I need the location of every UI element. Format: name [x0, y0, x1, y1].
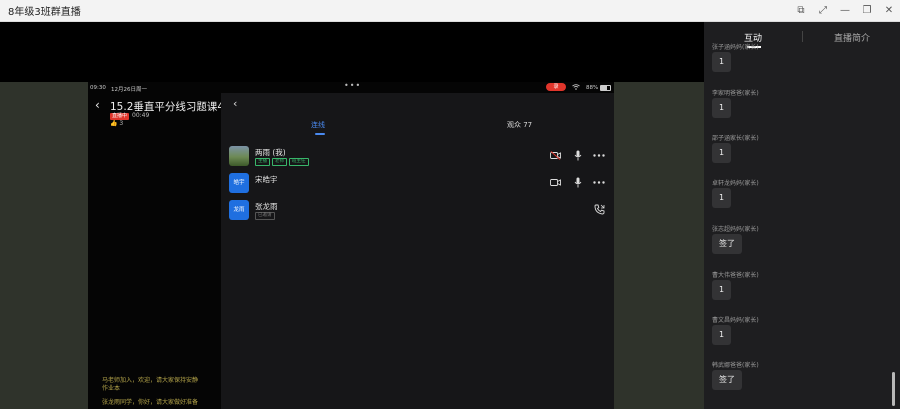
restore-icon[interactable]: ❐	[862, 0, 872, 22]
tab-divider	[802, 31, 803, 42]
member-name: 两雨 (我)	[255, 148, 286, 157]
message-bubble: 1	[712, 143, 732, 163]
message-bubble: 1	[712, 188, 732, 208]
member-tag: 班主任	[289, 158, 309, 166]
message-bubble: 1	[712, 98, 732, 118]
live-badge: 直播中	[110, 113, 130, 120]
title-bar: 8年级3班群直播 ⧉ ⤢ — ❐ ✕	[0, 0, 900, 22]
minimize-icon[interactable]: —	[840, 0, 850, 22]
microphone-icon[interactable]	[571, 176, 585, 188]
member-tag: 主播	[255, 158, 270, 166]
member-row[interactable]: 龙雨 张龙雨 已邀请	[229, 200, 609, 224]
member-row[interactable]: 皓宇 宋皓宇	[229, 173, 609, 197]
member-name: 张龙雨	[255, 202, 278, 211]
recording-badge: 录	[546, 83, 566, 91]
live-chat-line: 张龙雨同学，你好，请大家做好准备	[102, 399, 199, 406]
camera-icon[interactable]	[549, 176, 563, 188]
back-chevron-icon[interactable]: ‹	[95, 98, 100, 112]
app-window: 8年级3班群直播 ⧉ ⤢ — ❐ ✕ 09:30 12月26日周一 ••• 录 …	[0, 0, 900, 409]
close-icon[interactable]: ✕	[884, 0, 894, 22]
message-sender: 邵子涵家长(家长)	[712, 135, 759, 142]
video-background-left	[0, 82, 88, 409]
member-tags: 已邀请	[255, 212, 275, 220]
tab-audience[interactable]: 观众 77	[507, 120, 532, 130]
live-chat-text-1: 马老师加入，欢迎，请大家保持安静	[102, 377, 199, 384]
live-duration: 00:49	[132, 112, 150, 119]
message-sender: 曹文昌妈妈(家长)	[712, 317, 759, 324]
message-sender: 张志超妈妈(家长)	[712, 226, 759, 233]
message-bubble: 1	[712, 52, 732, 72]
sidebar-scrollbar[interactable]	[892, 372, 895, 406]
message-sender: 李家明爸爸(家长)	[712, 90, 759, 97]
screen-mirror: 09:30 12月26日周一 ••• 录 88% ‹ 15.2垂直平分线习题课4…	[88, 81, 614, 409]
avatar: 皓宇	[229, 173, 249, 193]
message-bubble: 1	[712, 325, 732, 345]
member-tag: 已邀请	[255, 212, 275, 220]
tab-intro[interactable]: 直播简介	[834, 31, 870, 44]
live-chat-text-3: 作业本	[102, 385, 121, 392]
fullscreen-icon[interactable]: ⤢	[818, 0, 828, 22]
more-options-icon[interactable]	[592, 149, 606, 161]
avatar: 龙雨	[229, 200, 249, 220]
tab-active-indicator	[315, 133, 325, 135]
member-name: 宋皓宇	[255, 175, 278, 184]
like-count-value: 3	[119, 120, 124, 127]
message-sender: 张子涵妈妈(家长)	[712, 44, 759, 51]
camera-off-icon[interactable]	[549, 149, 563, 161]
wifi-icon	[572, 84, 580, 92]
avatar	[229, 146, 249, 166]
phone-call-icon[interactable]	[592, 203, 606, 215]
message-sender: 曹大伟爸爸(家长)	[712, 272, 759, 279]
panel-back-chevron-icon[interactable]: ‹	[233, 97, 237, 110]
live-video-area[interactable]: 09:30 12月26日周一 ••• 录 88% ‹ 15.2垂直平分线习题课4…	[0, 22, 704, 409]
message-bubble: 签了	[712, 234, 742, 254]
member-tag: 老师	[272, 158, 287, 166]
status-date: 12月26日周一	[111, 87, 147, 93]
live-chat-line: 马老师加入，欢迎，请大家保持安静 作业本	[102, 377, 220, 393]
message-sender: 卓轩龙妈妈(家长)	[712, 180, 759, 187]
like-count: 👍 3	[110, 120, 123, 127]
microphone-icon[interactable]	[571, 149, 585, 161]
member-row[interactable]: 两雨 (我) 主播 老师 班主任	[229, 146, 609, 170]
status-time: 09:30	[90, 85, 106, 91]
message-bubble: 1	[712, 280, 732, 300]
member-tags: 主播 老师 班主任	[255, 158, 309, 166]
battery-icon	[600, 85, 611, 91]
message-sender: 韩武娜爸爸(家长)	[712, 362, 759, 369]
window-controls: ⧉ ⤢ — ❐ ✕	[796, 0, 894, 22]
video-background-right	[614, 82, 704, 409]
pip-icon[interactable]: ⧉	[796, 0, 806, 22]
battery-percent: 88%	[586, 85, 599, 91]
message-bubble: 签了	[712, 370, 742, 390]
interaction-sidebar: 互动 直播简介 张子涵妈妈(家长) 1 李家明爸爸(家长) 1 邵子涵家长(家长…	[704, 22, 900, 409]
window-title: 8年级3班群直播	[8, 7, 81, 18]
live-title: 15.2垂直平分线习题课4	[110, 101, 225, 113]
connect-member-panel: ‹ 连线 观众 77 两雨 (我) 主播 老师 班主任 皓宇 宋皓宇 龙雨 张龙…	[221, 93, 614, 409]
more-options-icon[interactable]	[592, 176, 606, 188]
thumbs-up-icon: 👍	[110, 120, 118, 127]
tab-connect[interactable]: 连线	[311, 120, 325, 130]
more-dots-icon: •••	[344, 81, 362, 90]
